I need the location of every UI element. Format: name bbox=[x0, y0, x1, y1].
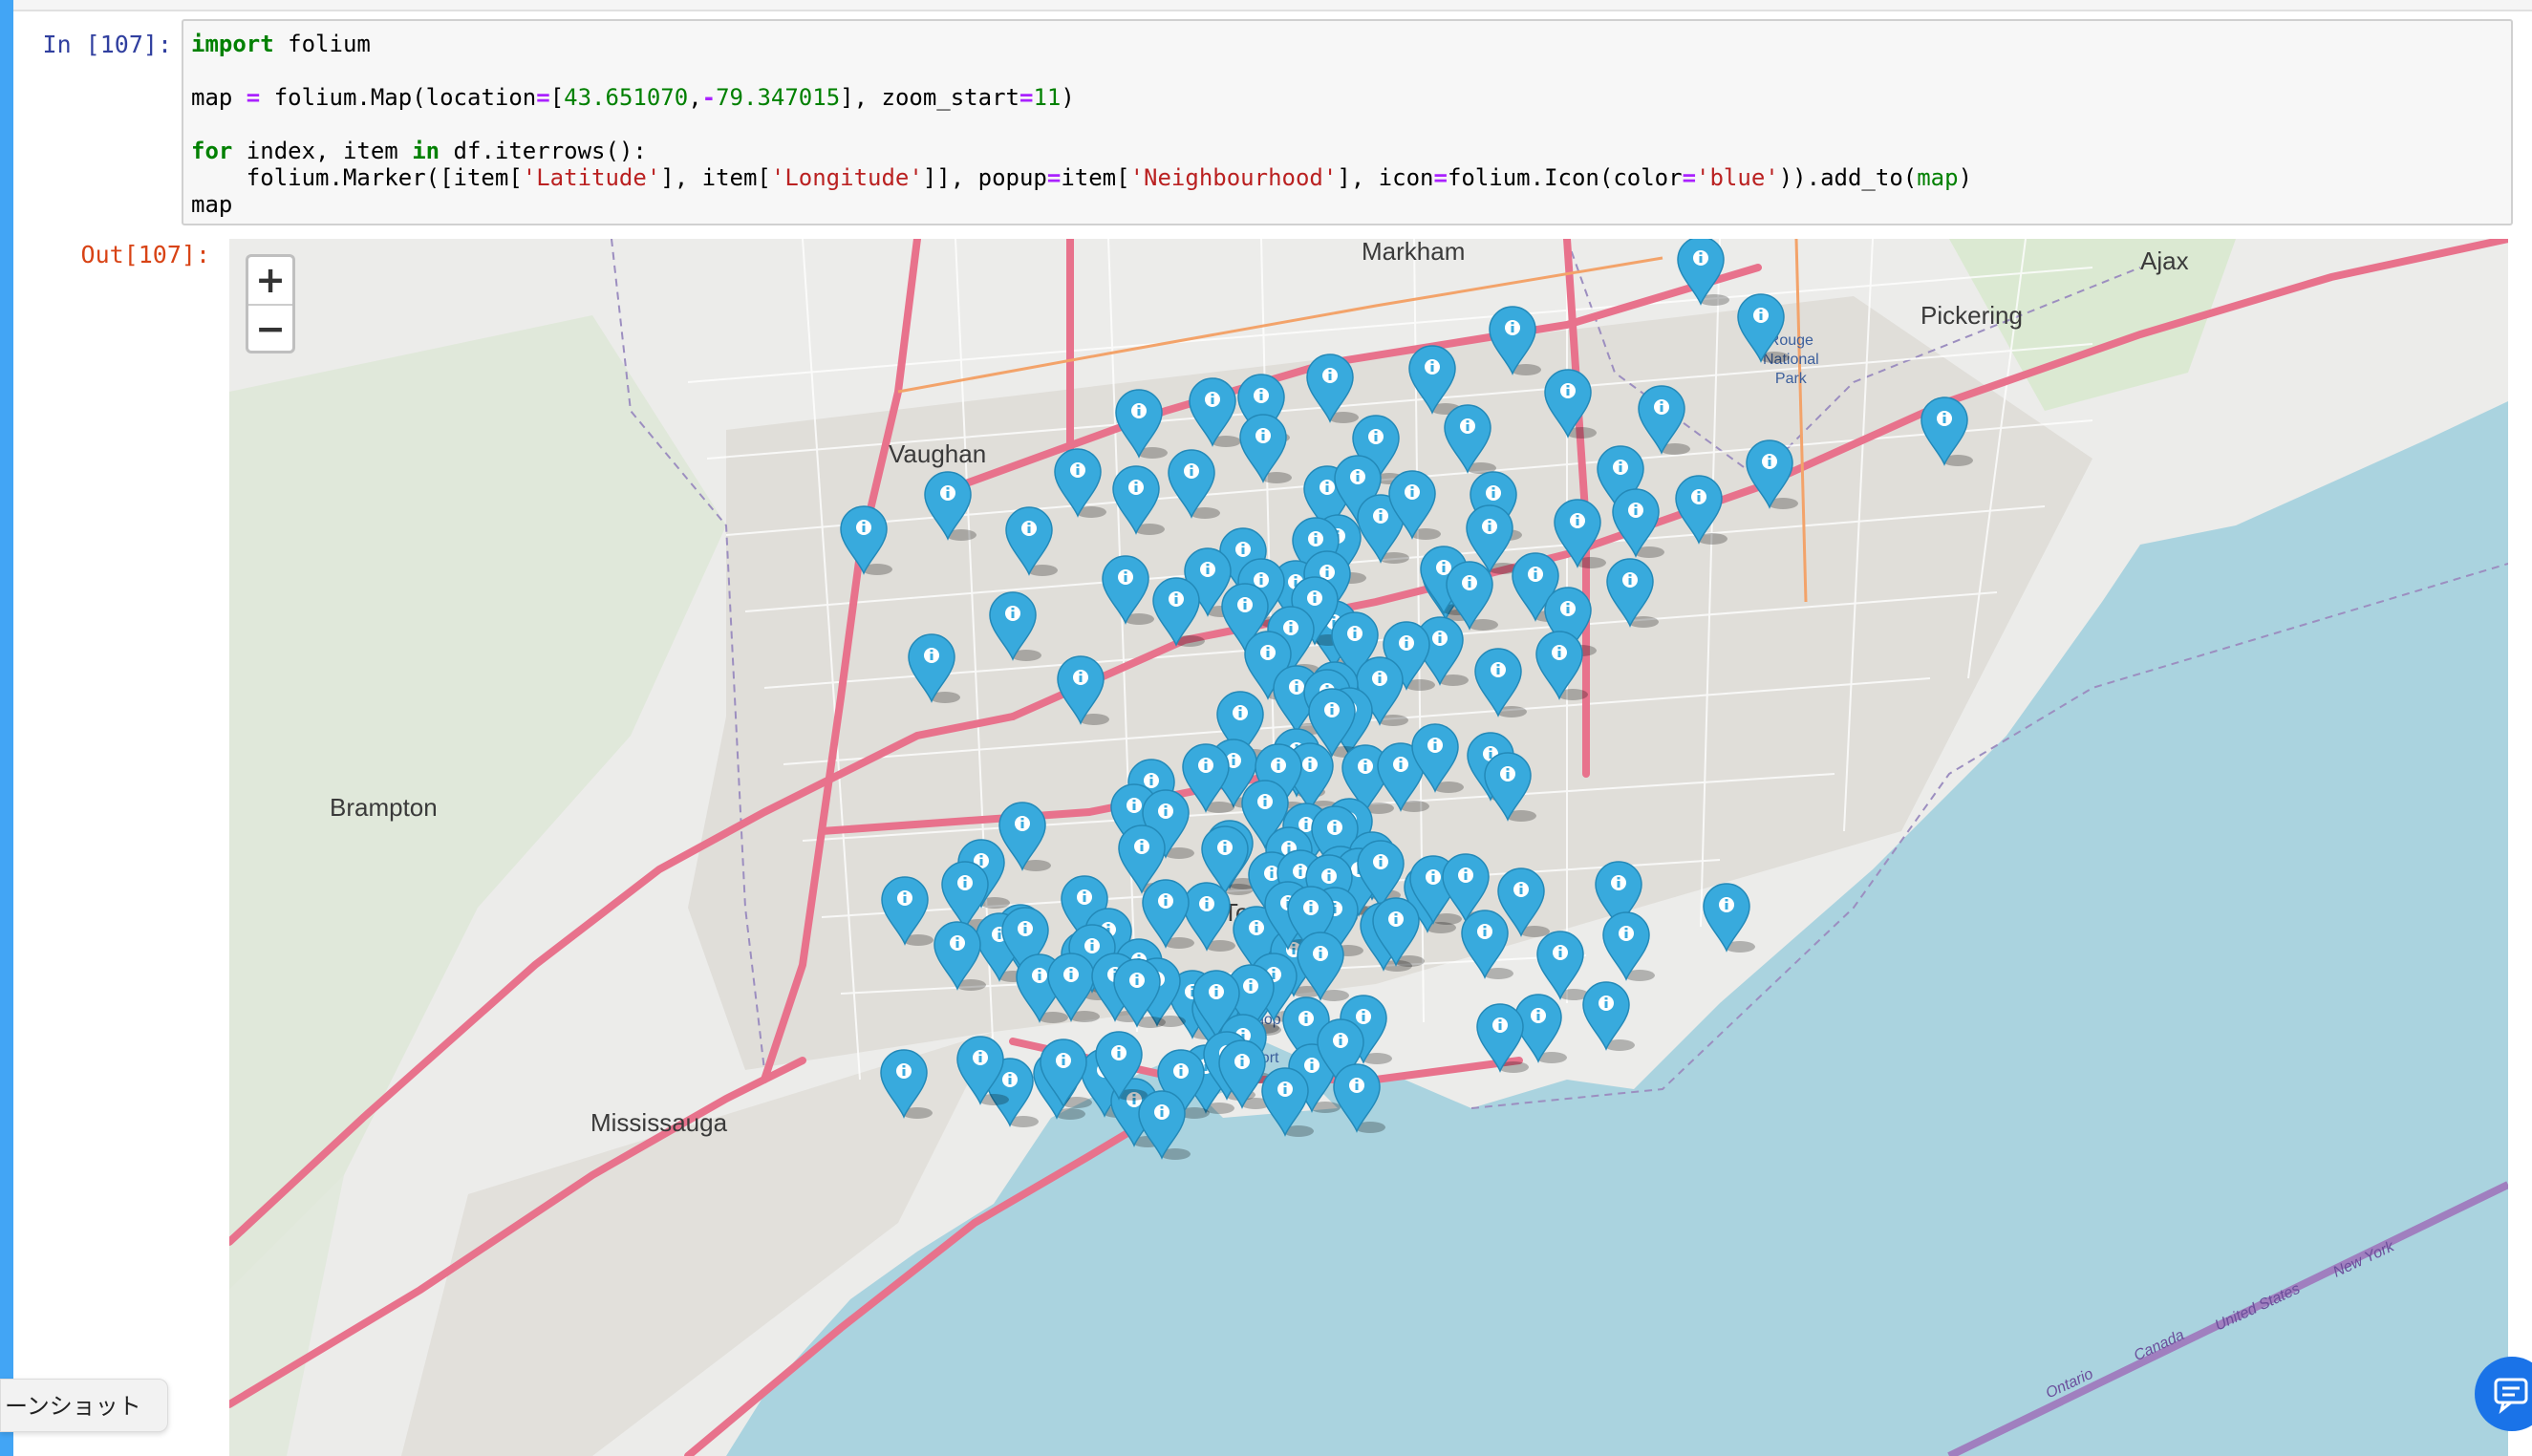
map-marker[interactable] bbox=[881, 876, 933, 946]
map-marker[interactable] bbox=[1115, 389, 1168, 459]
folium-map[interactable]: + − Markham Ajax Pickering Vaughan Bramp… bbox=[229, 239, 2508, 1456]
map-marker[interactable] bbox=[924, 471, 976, 541]
code-line: map bbox=[191, 191, 233, 218]
map-marker[interactable] bbox=[1746, 439, 1798, 509]
map-marker[interactable] bbox=[1306, 353, 1359, 423]
map-marker[interactable] bbox=[1484, 752, 1536, 822]
cell-focus-bar bbox=[0, 0, 13, 1456]
map-marker[interactable] bbox=[1408, 345, 1461, 415]
map-marker[interactable] bbox=[1112, 465, 1165, 535]
map-marker[interactable] bbox=[908, 633, 960, 703]
map-marker[interactable] bbox=[1535, 631, 1588, 700]
map-marker[interactable] bbox=[1554, 499, 1606, 568]
input-prompt: In [107]: bbox=[42, 31, 172, 58]
map-marker[interactable] bbox=[1005, 506, 1058, 576]
marker-layer bbox=[840, 239, 1973, 1160]
map-marker[interactable] bbox=[1411, 723, 1464, 793]
map-marker[interactable] bbox=[1054, 448, 1106, 518]
map-marker[interactable] bbox=[1638, 385, 1690, 455]
map-marker[interactable] bbox=[1444, 404, 1496, 474]
map-marker[interactable] bbox=[1536, 931, 1589, 1000]
map-marker[interactable] bbox=[1474, 648, 1527, 717]
map-marker[interactable] bbox=[1582, 981, 1635, 1051]
chat-button[interactable] bbox=[2475, 1357, 2532, 1431]
map-marker[interactable] bbox=[1057, 655, 1109, 725]
map-marker[interactable] bbox=[1333, 1063, 1385, 1133]
map-marker[interactable] bbox=[1612, 488, 1664, 558]
map-marker[interactable] bbox=[1544, 369, 1597, 439]
map-marker[interactable] bbox=[1675, 475, 1727, 545]
map-marker[interactable] bbox=[1489, 306, 1541, 375]
code-line: import folium bbox=[191, 31, 371, 57]
chat-icon bbox=[2494, 1378, 2528, 1414]
map-marker[interactable] bbox=[1189, 377, 1241, 447]
map-marker[interactable] bbox=[1239, 414, 1292, 483]
map-marker[interactable] bbox=[1168, 449, 1220, 519]
code-input-area[interactable]: import folium map = folium.Map(location=[… bbox=[182, 19, 2513, 225]
code-line: map = folium.Map(location=[43.651070,-79… bbox=[191, 84, 1075, 111]
map-marker[interactable] bbox=[1737, 293, 1790, 363]
map-marker[interactable] bbox=[1920, 396, 1973, 466]
screenshot-tab[interactable]: ーンショット bbox=[0, 1379, 168, 1432]
map-marker[interactable] bbox=[1602, 911, 1655, 981]
map-marker[interactable] bbox=[1102, 555, 1154, 625]
code-line: folium.Marker([item['Latitude'], item['L… bbox=[191, 164, 1973, 191]
map-marker[interactable] bbox=[1461, 910, 1513, 979]
map-marker[interactable] bbox=[989, 591, 1041, 661]
map-marker[interactable] bbox=[1703, 883, 1755, 953]
map-marker[interactable] bbox=[998, 802, 1051, 871]
map-marker[interactable] bbox=[840, 505, 892, 575]
output-prompt: Out[107]: bbox=[80, 241, 210, 268]
previous-cell-edge bbox=[13, 0, 2532, 11]
map-marker[interactable] bbox=[880, 1049, 933, 1119]
code-line: for index, item in df.iterrows(): bbox=[191, 138, 647, 164]
map-marker[interactable] bbox=[1677, 239, 1729, 306]
map-marker[interactable] bbox=[1606, 558, 1659, 628]
